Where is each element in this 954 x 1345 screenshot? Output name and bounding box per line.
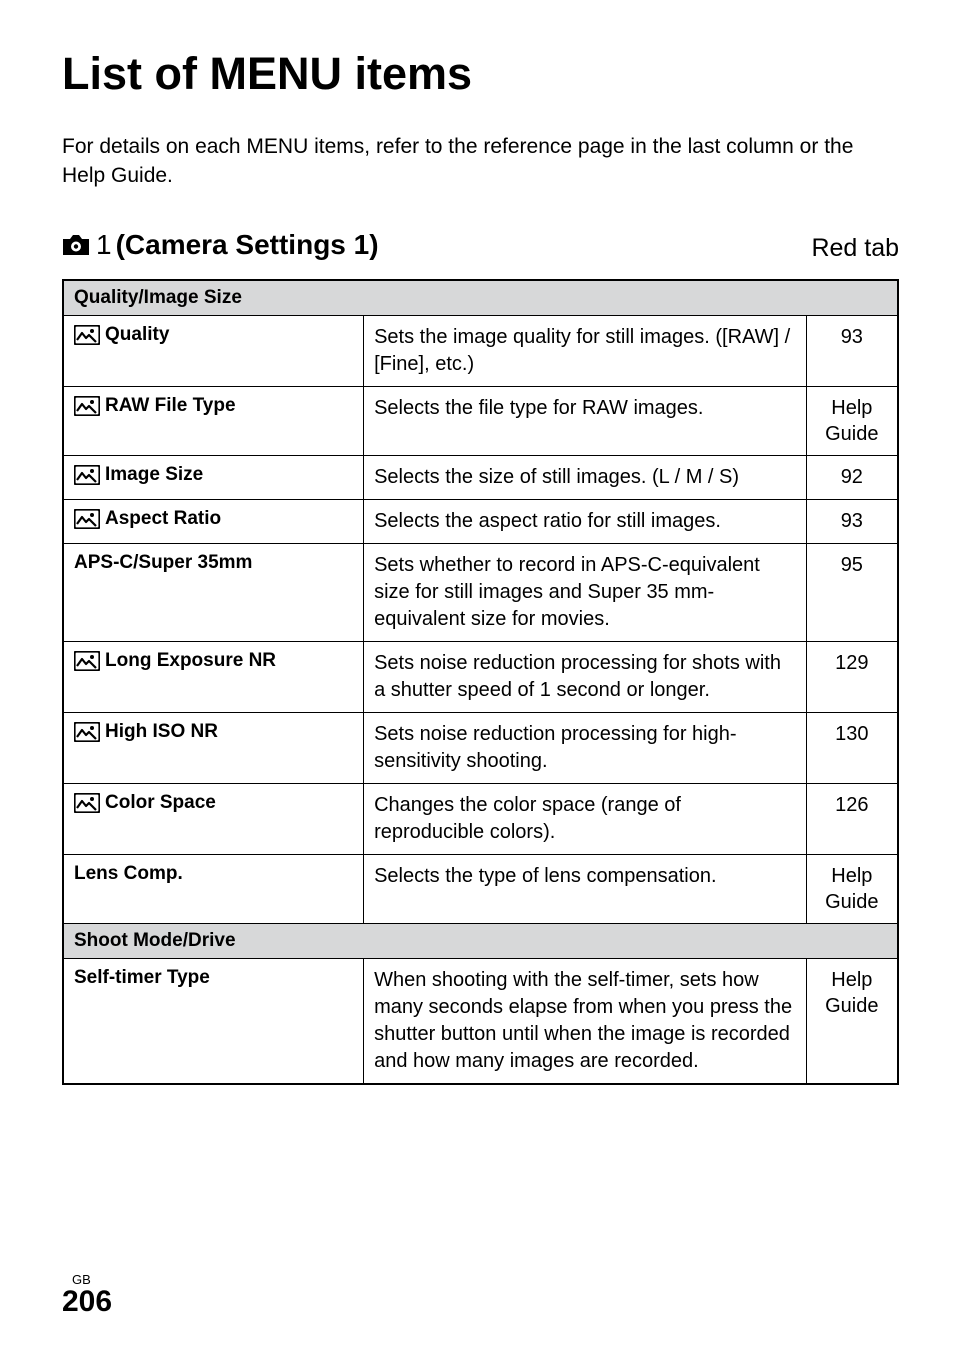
table-row: Long Exposure NR Sets noise reduction pro…: [63, 641, 898, 712]
setting-page-ref: Help Guide: [806, 958, 898, 1084]
group-header: Shoot Mode/Drive: [63, 923, 898, 958]
setting-label: Long Exposure NR: [105, 650, 276, 672]
photo-icon: [74, 722, 100, 742]
section-header: 1 (Camera Settings 1) Red tab: [62, 229, 899, 263]
setting-label: High ISO NR: [105, 721, 218, 743]
setting-page-ref: Help Guide: [806, 854, 898, 923]
setting-description: Sets noise reduction processing for high…: [364, 712, 807, 783]
page-footer: GB 206: [62, 1272, 112, 1317]
setting-label: RAW File Type: [105, 395, 236, 417]
group-header-label: Quality/Image Size: [63, 280, 898, 316]
setting-label-cell: Long Exposure NR: [63, 641, 364, 712]
setting-description: Selects the type of lens compensation.: [364, 854, 807, 923]
setting-label-cell: Quality: [63, 315, 364, 386]
setting-label-cell: Color Space: [63, 783, 364, 854]
photo-icon: [74, 793, 100, 813]
setting-label: Color Space: [105, 792, 216, 814]
table-row: Self-timer Type When shooting with the se…: [63, 958, 898, 1084]
setting-label-cell: Aspect Ratio: [63, 499, 364, 543]
table-row: High ISO NR Sets noise reduction processi…: [63, 712, 898, 783]
photo-icon: [74, 651, 100, 671]
setting-page-ref: 129: [806, 641, 898, 712]
table-row: Image Size Selects the size of still imag…: [63, 455, 898, 499]
setting-label: Image Size: [105, 464, 203, 486]
setting-description: Sets noise reduction processing for shot…: [364, 641, 807, 712]
setting-label-cell: High ISO NR: [63, 712, 364, 783]
table-row: Color Space Changes the color space (rang…: [63, 783, 898, 854]
photo-icon: [74, 325, 100, 345]
footer-page-number: 206: [62, 1287, 112, 1317]
setting-label: Quality: [105, 324, 169, 346]
setting-description: Changes the color space (range of reprod…: [364, 783, 807, 854]
setting-page-ref: 126: [806, 783, 898, 854]
table-row: Quality Sets the image quality for still …: [63, 315, 898, 386]
photo-icon: [74, 465, 100, 485]
photo-icon: [74, 509, 100, 529]
setting-description: Sets the image quality for still images.…: [364, 315, 807, 386]
table-row: Aspect Ratio Selects the aspect ratio for…: [63, 499, 898, 543]
table-row: APS-C/Super 35mm Sets whether to record i…: [63, 543, 898, 641]
setting-label-cell: Self-timer Type: [63, 958, 364, 1084]
setting-label-cell: Lens Comp.: [63, 854, 364, 923]
setting-page-ref: 93: [806, 315, 898, 386]
setting-page-ref: 93: [806, 499, 898, 543]
setting-page-ref: Help Guide: [806, 386, 898, 455]
setting-label: Aspect Ratio: [105, 508, 221, 530]
setting-description: When shooting with the self-timer, sets …: [364, 958, 807, 1084]
page-title: List of MENU items: [62, 48, 899, 100]
setting-label: Lens Comp.: [74, 863, 183, 885]
settings-table: Quality/Image Size Quality Sets the image…: [62, 279, 899, 1085]
setting-page-ref: 92: [806, 455, 898, 499]
setting-label: Self-timer Type: [74, 967, 210, 989]
camera-icon: [62, 234, 90, 256]
setting-label-cell: APS-C/Super 35mm: [63, 543, 364, 641]
table-row: RAW File Type Selects the file type for R…: [63, 386, 898, 455]
setting-page-ref: 95: [806, 543, 898, 641]
setting-description: Selects the aspect ratio for still image…: [364, 499, 807, 543]
table-row: Lens Comp. Selects the type of lens compe…: [63, 854, 898, 923]
camera-number: 1: [96, 229, 112, 261]
setting-page-ref: 130: [806, 712, 898, 783]
group-header: Quality/Image Size: [63, 280, 898, 316]
setting-description: Selects the size of still images. (L / M…: [364, 455, 807, 499]
setting-label-cell: RAW File Type: [63, 386, 364, 455]
setting-description: Sets whether to record in APS-C-equivale…: [364, 543, 807, 641]
group-header-label: Shoot Mode/Drive: [63, 923, 898, 958]
setting-label-cell: Image Size: [63, 455, 364, 499]
tab-label: Red tab: [811, 234, 899, 263]
section-title: (Camera Settings 1): [116, 229, 379, 261]
setting-description: Selects the file type for RAW images.: [364, 386, 807, 455]
photo-icon: [74, 396, 100, 416]
intro-text: For details on each MENU items, refer to…: [62, 132, 899, 191]
setting-label: APS-C/Super 35mm: [74, 552, 252, 574]
